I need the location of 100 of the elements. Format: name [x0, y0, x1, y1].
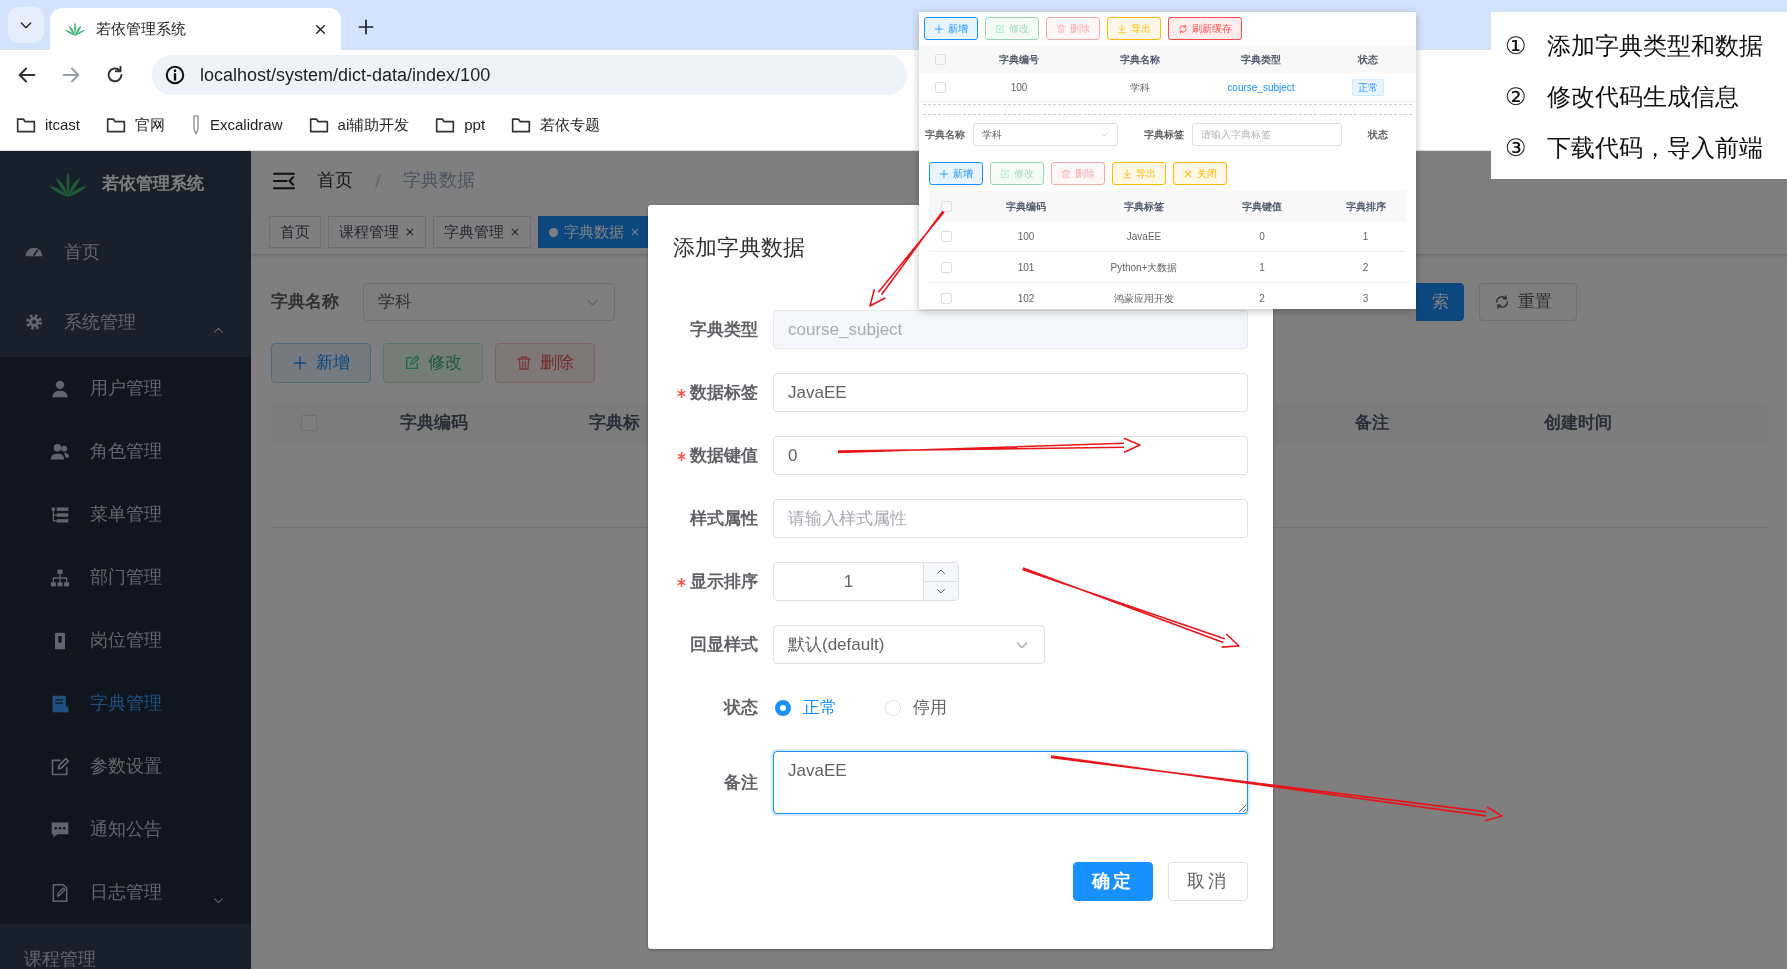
breadcrumb-item[interactable]: 首页: [317, 167, 353, 194]
close-icon: [510, 227, 520, 237]
menu-item[interactable]: 课程管理: [0, 924, 251, 969]
plus-icon: [934, 23, 944, 34]
trash-icon: [1061, 168, 1071, 179]
column-header: 字典编号: [998, 52, 1040, 67]
toolbar-button[interactable]: 新增: [924, 17, 978, 40]
checkbox[interactable]: [940, 292, 952, 304]
menu-item[interactable]: 角色管理: [0, 420, 251, 483]
org-chart-icon: [50, 567, 70, 588]
separator-icon: [375, 173, 381, 188]
bookmark[interactable]: itcast: [16, 113, 80, 137]
number-field[interactable]: 1: [773, 562, 959, 601]
select-field[interactable]: 默认(default): [773, 625, 1045, 664]
checkbox[interactable]: [940, 200, 952, 212]
menu-item[interactable]: 系统管理: [0, 287, 251, 357]
checkbox[interactable]: [940, 230, 952, 242]
menu-item[interactable]: 用户管理: [0, 357, 251, 420]
table-cell-text: 3: [1361, 291, 1370, 306]
field-label: 回显样式: [690, 633, 758, 656]
menu-item[interactable]: 岗位管理: [0, 609, 251, 672]
edit-icon: [1000, 168, 1010, 179]
table-cell-text: 1: [1361, 229, 1370, 244]
close-icon: [314, 22, 327, 36]
menu-item[interactable]: 日志管理: [0, 861, 251, 924]
checkbox[interactable]: [934, 81, 946, 93]
logo-icon: [47, 170, 88, 198]
trash-icon: [516, 355, 532, 371]
search-button[interactable]: 索: [1416, 283, 1464, 321]
dict-type-link[interactable]: course_subject: [1227, 81, 1295, 93]
bookmark[interactable]: 官网: [106, 113, 165, 137]
page-tab[interactable]: 字典管理: [433, 216, 531, 248]
select-field[interactable]: 学科: [363, 283, 615, 321]
table-cell-text: 100: [1009, 80, 1029, 95]
text-field[interactable]: JavaEE: [773, 373, 1248, 412]
checkbox[interactable]: [940, 261, 952, 273]
text-field[interactable]: 请输入字典标签: [1192, 122, 1343, 146]
column-header: 字典标签: [1123, 199, 1165, 214]
toolbar-button[interactable]: 刷新缓存: [1168, 17, 1242, 40]
toolbar-button[interactable]: 新增: [929, 162, 983, 185]
menu-icon[interactable]: [273, 170, 295, 191]
table-cell-text: 2: [1361, 260, 1370, 275]
remark-field[interactable]: JavaEE: [773, 751, 1248, 814]
folder-icon: [16, 116, 36, 134]
page-tab[interactable]: 首页: [269, 216, 321, 248]
required-icon: [677, 388, 686, 398]
page-tab[interactable]: 课程管理: [328, 216, 426, 248]
info-icon: [164, 64, 186, 86]
table-cell-text: 102: [1016, 291, 1036, 306]
menu-item[interactable]: 字典管理: [0, 672, 251, 735]
download-icon: [1122, 168, 1132, 179]
toolbar-button[interactable]: 导出: [1107, 17, 1161, 40]
bookmark[interactable]: ppt: [435, 113, 486, 137]
folder-icon: [435, 116, 456, 134]
bookmark[interactable]: 若依专题: [511, 113, 601, 137]
browser-tab[interactable]: 若依管理系统: [50, 8, 341, 50]
text-field[interactable]: 请输入样式属性: [773, 499, 1248, 538]
refresh-icon: [1494, 294, 1510, 310]
field-label: 字典名称: [271, 291, 340, 314]
menu-item[interactable]: 首页: [0, 217, 251, 287]
menu-item[interactable]: 参数设置: [0, 735, 251, 798]
text-field[interactable]: 0: [773, 436, 1248, 475]
checkbox[interactable]: [934, 53, 946, 65]
required-icon: [677, 577, 686, 587]
menu-item[interactable]: 通知公告: [0, 798, 251, 861]
table-cell-text: 1: [1258, 260, 1266, 275]
pen-icon: [191, 115, 201, 135]
plus-icon: [939, 168, 949, 179]
step-number: ①: [1505, 30, 1527, 61]
field-label: 字典标签: [1144, 127, 1186, 142]
table-cell-text: 100: [1016, 229, 1036, 244]
page-tab[interactable]: 字典数据: [538, 216, 651, 248]
radio-option[interactable]: 停用: [885, 694, 947, 721]
toolbar-button[interactable]: 关闭: [1173, 162, 1227, 185]
step-number: ②: [1505, 81, 1527, 112]
radio-option[interactable]: 正常: [775, 694, 837, 721]
column-header: 字典键值: [1241, 199, 1283, 214]
reset-button[interactable]: 重置: [1479, 283, 1577, 321]
toolbar-button[interactable]: 导出: [1112, 162, 1166, 185]
app-title: 若依管理系统: [101, 173, 204, 196]
address-bar[interactable]: localhost/system/dict-data/index/100: [152, 55, 907, 95]
menu-item[interactable]: 部门管理: [0, 546, 251, 609]
field-label: 数据标签: [690, 381, 758, 404]
confirm-button[interactable]: 确定: [1073, 862, 1153, 901]
field-label: 样式属性: [690, 507, 758, 530]
field-label: 字典名称: [925, 127, 966, 142]
edit-icon: [995, 23, 1005, 34]
table-cell-text: 2: [1258, 291, 1266, 306]
toolbar-button[interactable]: 新增: [271, 343, 371, 383]
step-number: ③: [1505, 132, 1527, 163]
cancel-button[interactable]: 取消: [1168, 862, 1248, 901]
bookmark[interactable]: Excalidraw: [191, 113, 283, 137]
column-header: 字典类型: [1240, 52, 1282, 67]
bookmark[interactable]: ai辅助开发: [308, 113, 410, 137]
menu-item[interactable]: 菜单管理: [0, 483, 251, 546]
step-text: 修改代码生成信息: [1546, 81, 1739, 112]
select-field[interactable]: 学科: [972, 122, 1119, 146]
new-tab-icon[interactable]: [357, 17, 375, 36]
step-text: 添加字典类型和数据: [1546, 30, 1763, 61]
tab-list-button[interactable]: [8, 7, 44, 43]
